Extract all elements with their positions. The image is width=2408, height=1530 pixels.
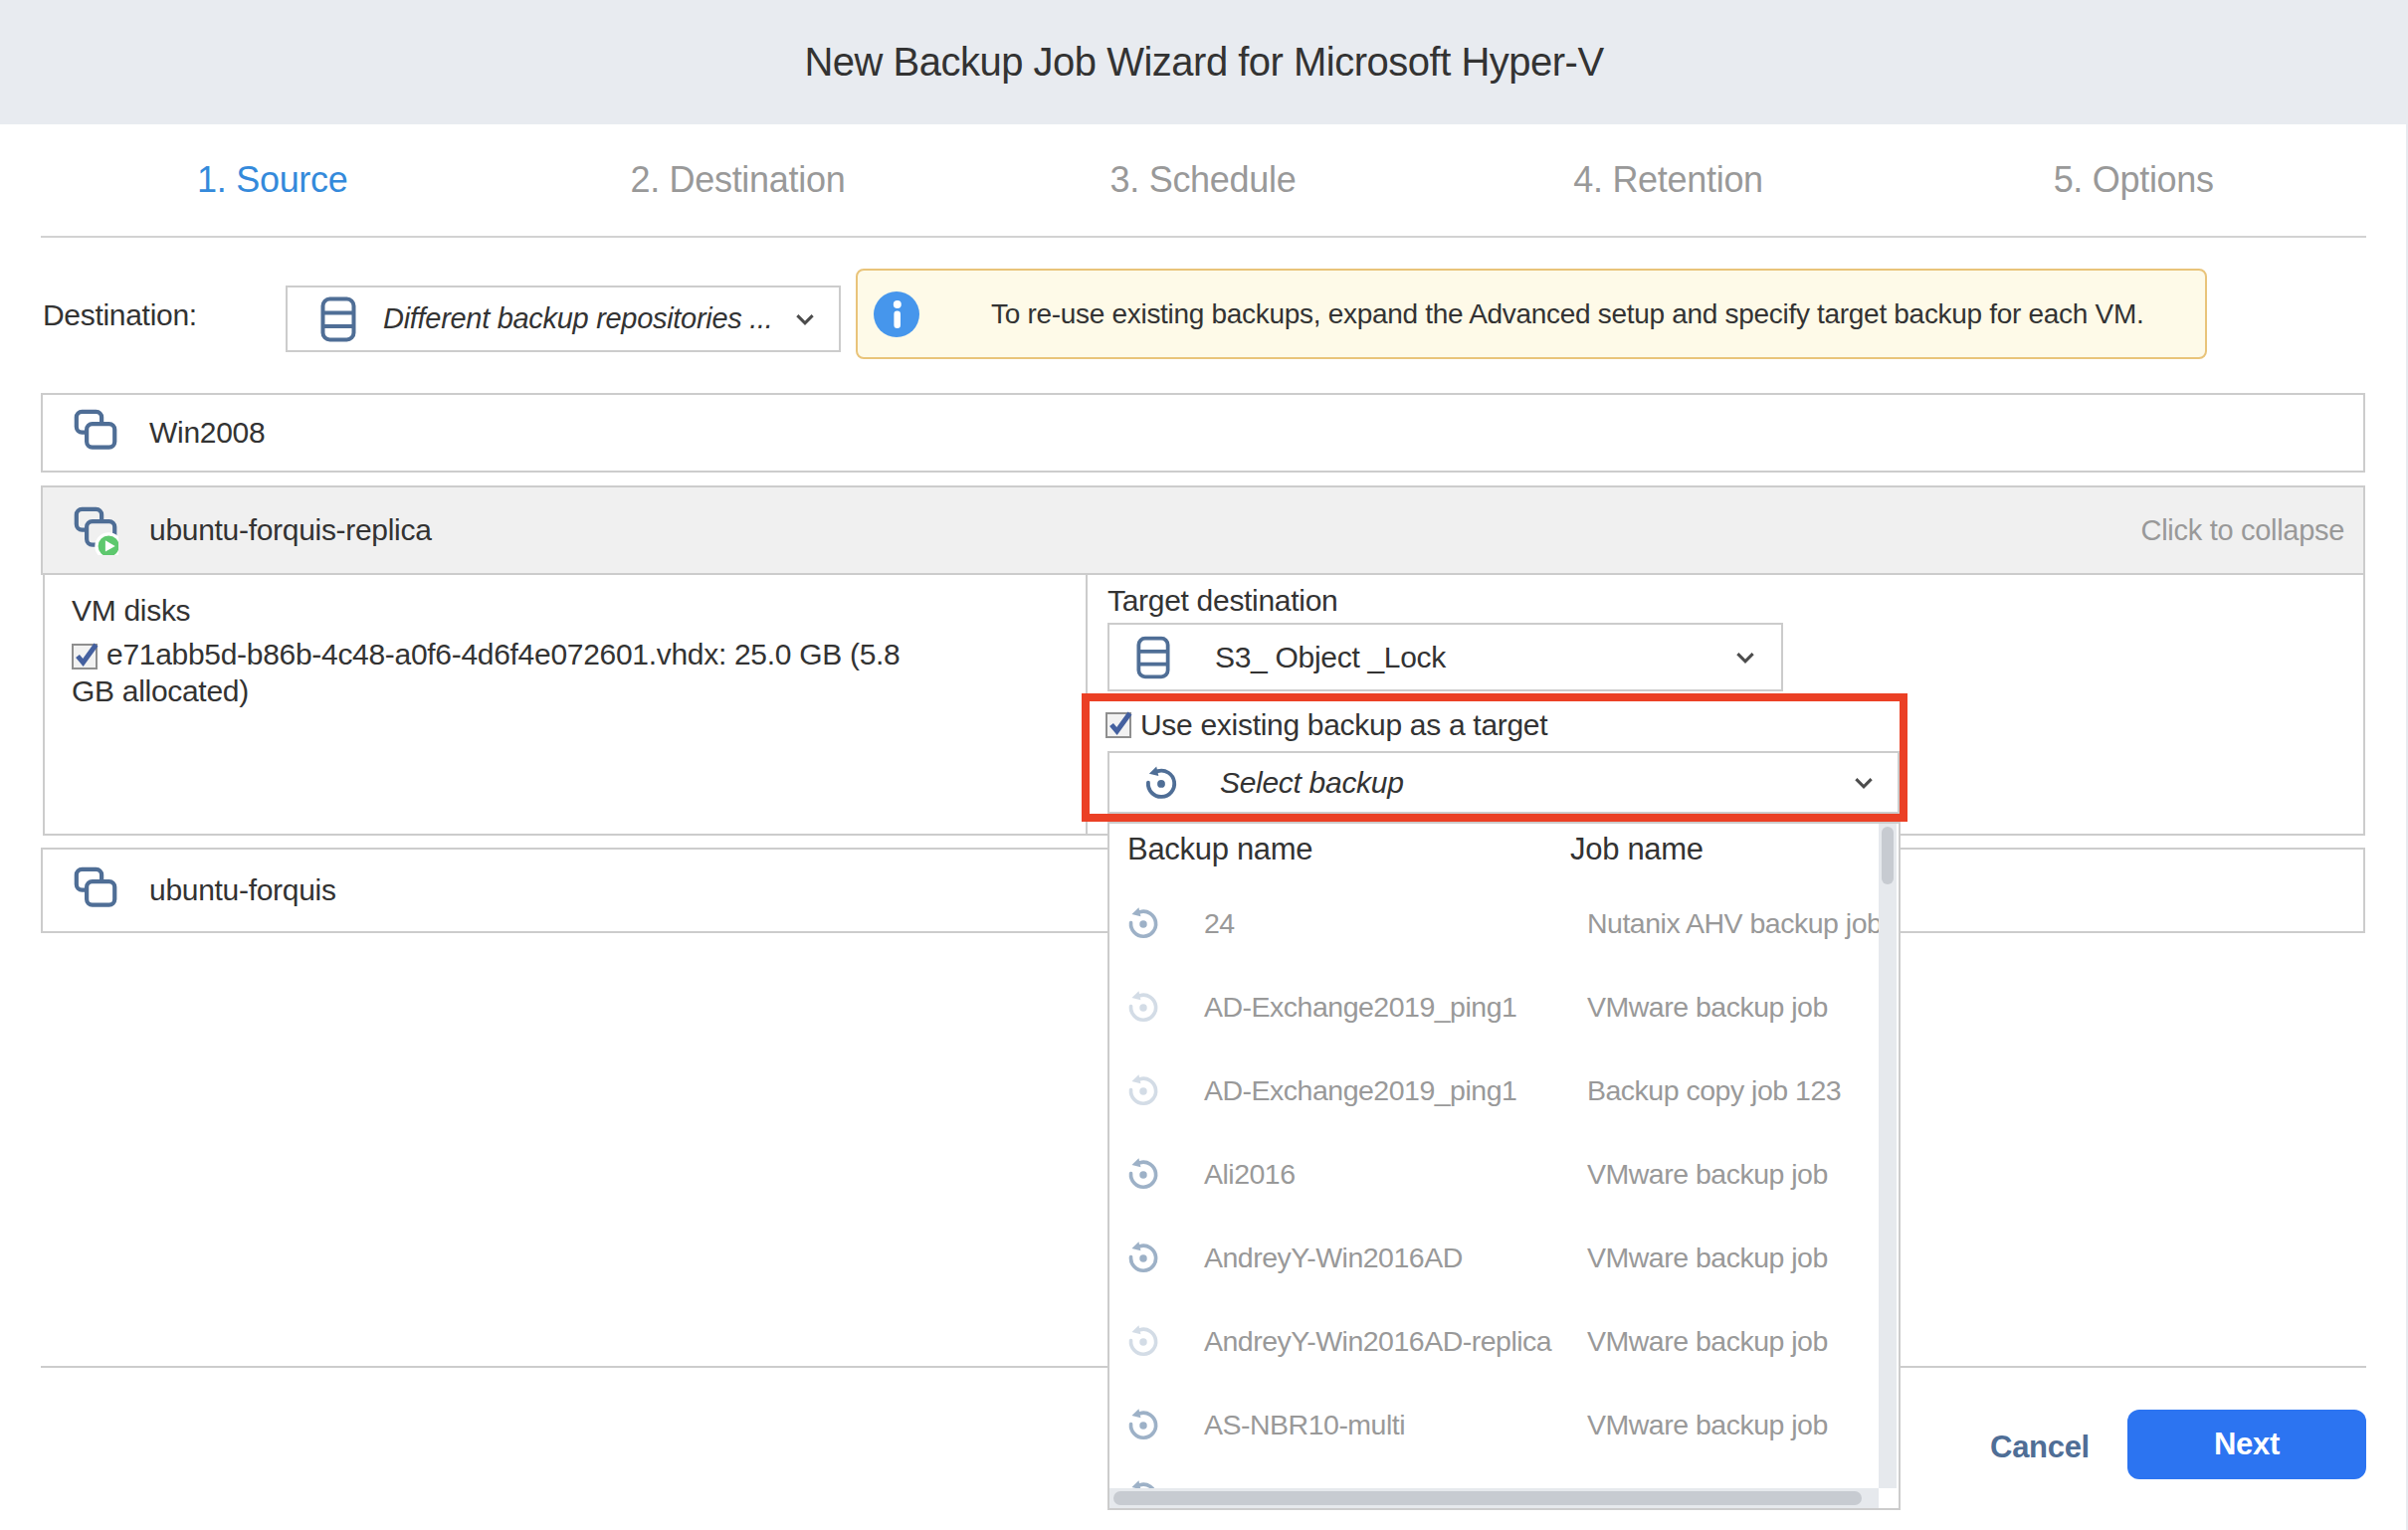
- chevron-down-icon: [1854, 777, 1874, 789]
- tab-options[interactable]: 5. Options: [1901, 124, 2366, 236]
- vertical-scrollbar[interactable]: [1879, 824, 1897, 1488]
- restore-point-icon: [1123, 1070, 1163, 1110]
- info-banner: To re-use existing backups, expand the A…: [856, 269, 2207, 359]
- vm-disk-item: e71abb5d-b86b-4c48-a0f6-4d6f4e072601.vhd…: [72, 636, 937, 709]
- destination-label: Destination:: [43, 300, 197, 330]
- vertical-scrollbar-thumb[interactable]: [1882, 827, 1894, 884]
- backup-option-andreyy-win2016ad[interactable]: AndreyY-Win2016AD VMware backup job: [1109, 1216, 1877, 1299]
- job-name: Nutanix AHV backup job: [1587, 907, 1882, 940]
- vm-icon: [74, 409, 118, 458]
- backup-name: AD-Exchange2019_ping1: [1204, 991, 1516, 1024]
- info-icon: [874, 291, 919, 337]
- collapse-hint: Click to collapse: [2141, 487, 2344, 573]
- next-button[interactable]: Next: [2127, 1410, 2366, 1479]
- backup-option-as-nbr10-multi[interactable]: AS-NBR10-multi VMware backup job: [1109, 1383, 1877, 1466]
- tab-source[interactable]: 1. Source: [40, 124, 505, 236]
- backup-name: AndreyY-Win2016AD: [1204, 1242, 1463, 1274]
- restore-point-icon: [1123, 903, 1163, 943]
- tab-destination[interactable]: 2. Destination: [505, 124, 971, 236]
- backup-name-column-header: Backup name: [1127, 834, 1312, 865]
- backup-name: 24: [1204, 907, 1235, 940]
- restore-point-icon: [1123, 1154, 1163, 1194]
- restore-point-icon: [1140, 762, 1182, 804]
- destination-select[interactable]: Different backup repositories ...: [286, 286, 841, 352]
- vm-name: ubuntu-forquis: [149, 873, 336, 907]
- vm-disk-checkbox[interactable]: [72, 644, 98, 669]
- vm-name: Win2008: [149, 416, 265, 450]
- info-banner-text: To re-use existing backups, expand the A…: [991, 298, 2143, 330]
- target-destination-value: S3_ Object _Lock: [1215, 641, 1446, 674]
- vm-row-win2008[interactable]: Win2008: [41, 393, 2365, 473]
- select-backup-placeholder: Select backup: [1220, 766, 1404, 800]
- job-name: VMware backup job: [1587, 1325, 1828, 1358]
- tab-retention[interactable]: 4. Retention: [1436, 124, 1902, 236]
- job-name-column-header: Job name: [1570, 834, 1704, 865]
- restore-point-icon: [1123, 1405, 1163, 1444]
- chevron-down-icon: [795, 313, 815, 325]
- horizontal-scrollbar[interactable]: [1109, 1488, 1879, 1508]
- job-name: VMware backup job: [1587, 1158, 1828, 1191]
- chevron-down-icon: [1735, 652, 1755, 664]
- vm-name: ubuntu-forquis-replica: [149, 513, 432, 547]
- restore-point-icon: [1123, 1238, 1163, 1277]
- job-name: Backup copy job 123: [1587, 1074, 1841, 1107]
- backup-dropdown-panel: Backup name Job name 24 Nutanix AHV back…: [1107, 822, 1901, 1510]
- panel-divider: [1086, 575, 1088, 836]
- tabs-underline: [41, 236, 2366, 238]
- select-backup-dropdown[interactable]: Select backup: [1107, 751, 1900, 814]
- repository-stack-icon: [320, 296, 356, 342]
- target-destination-select[interactable]: S3_ Object _Lock: [1107, 623, 1783, 691]
- job-name: VMware backup job: [1587, 1242, 1828, 1274]
- backup-option-ali2016[interactable]: Ali2016 VMware backup job: [1109, 1132, 1877, 1216]
- job-name: VMware backup job: [1587, 991, 1828, 1024]
- backup-name: Ali2016: [1204, 1158, 1296, 1191]
- vm-disks-label: VM disks: [72, 595, 190, 627]
- repository-stack-icon: [1136, 636, 1170, 679]
- vm-icon: [74, 866, 118, 915]
- vm-disk-label: e71abb5d-b86b-4c48-a0f6-4d6f4e072601.vhd…: [72, 638, 900, 707]
- horizontal-scrollbar-thumb[interactable]: [1113, 1491, 1862, 1505]
- page-title: New Backup Job Wizard for Microsoft Hype…: [804, 40, 1603, 85]
- wizard-header: New Backup Job Wizard for Microsoft Hype…: [0, 0, 2408, 124]
- restore-point-icon: [1123, 987, 1163, 1027]
- vm-running-icon: [74, 506, 118, 555]
- backup-option-24[interactable]: 24 Nutanix AHV backup job: [1109, 881, 1877, 965]
- wizard-steps: 1. Source 2. Destination 3. Schedule 4. …: [40, 124, 2366, 236]
- vm-row-ubuntu-forquis-replica[interactable]: ubuntu-forquis-replica Click to collapse: [41, 485, 2365, 575]
- backup-option-ad-exchange2019-ping1-copy[interactable]: AD-Exchange2019_ping1 Backup copy job 12…: [1109, 1049, 1877, 1132]
- tab-schedule[interactable]: 3. Schedule: [970, 124, 1436, 236]
- destination-select-value: Different backup repositories ...: [383, 302, 772, 335]
- restore-point-icon: [1123, 1321, 1163, 1361]
- job-name: VMware backup job: [1587, 1409, 1828, 1441]
- backup-option-andreyy-win2016ad-replica[interactable]: AndreyY-Win2016AD-replica VMware backup …: [1109, 1299, 1877, 1383]
- backup-name: AS-NBR10-multi: [1204, 1409, 1405, 1441]
- backup-option-ad-exchange2019-ping1[interactable]: AD-Exchange2019_ping1 VMware backup job: [1109, 965, 1877, 1049]
- cancel-button[interactable]: Cancel: [1940, 1430, 2139, 1465]
- backup-name: AD-Exchange2019_ping1: [1204, 1074, 1516, 1107]
- target-destination-label: Target destination: [1107, 585, 1337, 617]
- backup-name: AndreyY-Win2016AD-replica: [1204, 1325, 1551, 1358]
- use-existing-backup-label: Use existing backup as a target: [1140, 709, 1547, 741]
- use-existing-backup-checkbox[interactable]: [1105, 712, 1131, 738]
